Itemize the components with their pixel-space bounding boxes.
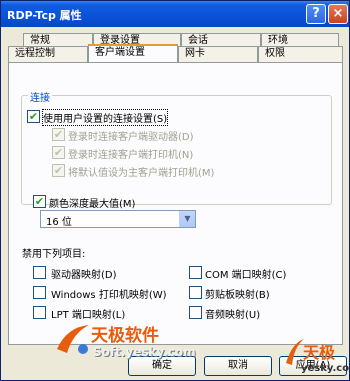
connect-printers-label: 登录时连接客户端打印机(N) bbox=[68, 150, 194, 161]
chevron-down-icon[interactable]: ▼ bbox=[179, 211, 195, 227]
lpt-mapping-checkbox[interactable] bbox=[33, 306, 46, 319]
title-bar[interactable]: RDP-Tcp 属性 ? × bbox=[1, 1, 349, 27]
color-depth-checkbox[interactable]: ✔ bbox=[33, 195, 46, 208]
printer-mapping-label: Windows 打印机映射(W) bbox=[51, 290, 167, 301]
properties-dialog: RDP-Tcp 属性 ? × 常规 登录设置 会话 环境 远程控制 客户端设置 … bbox=[0, 0, 350, 381]
printer-mapping-checkbox[interactable] bbox=[33, 286, 46, 299]
connect-drives-label: 登录时连接客户端驱动器(D) bbox=[68, 132, 194, 143]
cancel-button[interactable]: 取消 bbox=[204, 356, 272, 376]
use-user-settings-checkbox[interactable]: ✔ bbox=[27, 110, 40, 123]
connect-printers-checkbox[interactable]: ✔ bbox=[52, 146, 65, 159]
clipboard-mapping-label: 剪贴板映射(B) bbox=[205, 290, 270, 301]
com-mapping-checkbox[interactable] bbox=[189, 266, 202, 279]
tab-network-adapter[interactable]: 网卡 bbox=[178, 46, 258, 62]
default-printer-label: 将默认值设为主客户端打印机(M) bbox=[68, 168, 215, 179]
corner-watermark-brand: 天极 bbox=[303, 343, 336, 362]
drive-mapping-label: 驱动器映射(D) bbox=[51, 270, 117, 281]
connect-drives-checkbox[interactable]: ✔ bbox=[52, 128, 65, 141]
tab-permissions[interactable]: 权限 bbox=[258, 46, 343, 62]
audio-mapping-label: 音频映射(U) bbox=[205, 310, 261, 321]
ok-button[interactable]: 确定 bbox=[128, 356, 196, 376]
color-depth-value: 16 位 bbox=[46, 217, 72, 228]
tab-client-settings[interactable]: 客户端设置 bbox=[88, 44, 178, 62]
connection-group: 连接 ✔ 使用用户设置的连接设置(S) ✔ 登录时连接客户端驱动器(D) ✔ 登… bbox=[21, 89, 332, 205]
help-button[interactable]: ? bbox=[306, 4, 326, 24]
connection-legend: 连接 bbox=[28, 89, 52, 104]
watermark-logo-icon bbox=[57, 325, 89, 354]
close-button[interactable]: × bbox=[328, 4, 348, 24]
color-depth-label: 颜色深度最大值(M) bbox=[49, 199, 136, 210]
watermark-site: Soft.yesky.com bbox=[93, 345, 196, 359]
use-user-settings-label: 使用用户设置的连接设置(S) bbox=[41, 109, 169, 126]
tab-remote-control[interactable]: 远程控制 bbox=[8, 46, 88, 62]
com-mapping-label: COM 端口映射(C) bbox=[205, 270, 287, 281]
drive-mapping-checkbox[interactable] bbox=[33, 266, 46, 279]
window-title: RDP-Tcp 属性 bbox=[7, 9, 82, 22]
clipboard-mapping-checkbox[interactable] bbox=[189, 286, 202, 299]
client-settings-panel: 连接 ✔ 使用用户设置的连接设置(S) ✔ 登录时连接客户端驱动器(D) ✔ 登… bbox=[8, 62, 343, 345]
watermark-brand: 天极软件 bbox=[91, 326, 159, 346]
default-printer-checkbox[interactable]: ✔ bbox=[52, 164, 65, 177]
audio-mapping-checkbox[interactable] bbox=[189, 306, 202, 319]
corner-watermark-site: yesky.com bbox=[301, 363, 350, 374]
color-depth-select[interactable]: 16 位 ▼ bbox=[40, 210, 196, 228]
disable-items-label: 禁用下列项目: bbox=[22, 249, 86, 260]
